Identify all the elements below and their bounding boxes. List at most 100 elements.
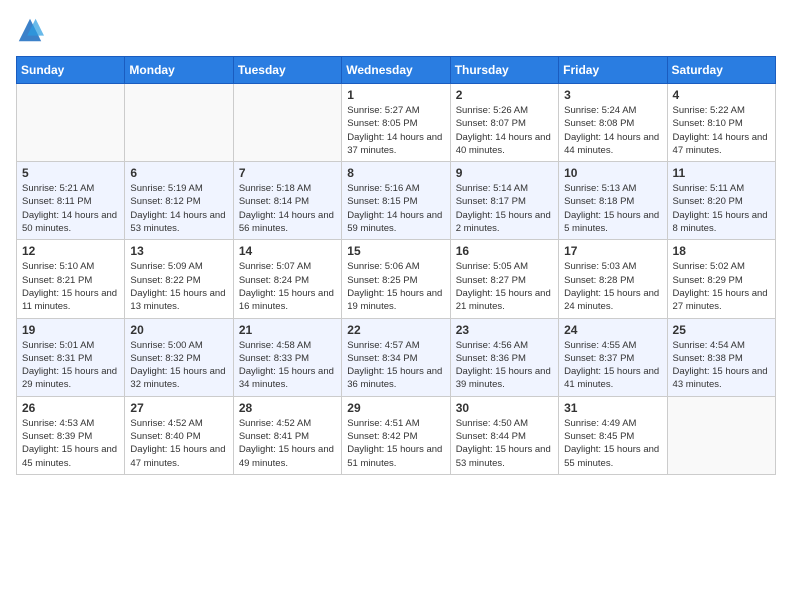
day-info: Sunrise: 4:49 AM Sunset: 8:45 PM Dayligh… bbox=[564, 417, 661, 470]
day-info: Sunrise: 4:51 AM Sunset: 8:42 PM Dayligh… bbox=[347, 417, 444, 470]
day-info: Sunrise: 5:02 AM Sunset: 8:29 PM Dayligh… bbox=[673, 260, 770, 313]
calendar-cell: 2 Sunrise: 5:26 AM Sunset: 8:07 PM Daylig… bbox=[450, 84, 558, 162]
day-info: Sunrise: 4:55 AM Sunset: 8:37 PM Dayligh… bbox=[564, 339, 661, 392]
calendar-cell: 14 Sunrise: 5:07 AM Sunset: 8:24 PM Dayli… bbox=[233, 240, 341, 318]
day-number: 19 bbox=[22, 323, 119, 337]
calendar-week-row: 5 Sunrise: 5:21 AM Sunset: 8:11 PM Daylig… bbox=[17, 162, 776, 240]
day-info: Sunrise: 5:07 AM Sunset: 8:24 PM Dayligh… bbox=[239, 260, 336, 313]
calendar-cell: 24Sunrise: 4:55 AM Sunset: 8:37 PM Dayli… bbox=[559, 318, 667, 396]
day-number: 30 bbox=[456, 401, 553, 415]
day-of-week-header: Wednesday bbox=[342, 57, 450, 84]
calendar-cell: 18 Sunrise: 5:02 AM Sunset: 8:29 PM Dayli… bbox=[667, 240, 775, 318]
day-number: 12 bbox=[22, 244, 119, 258]
day-info: Sunrise: 5:24 AM Sunset: 8:08 PM Dayligh… bbox=[564, 104, 661, 157]
day-info: Sunrise: 5:22 AM Sunset: 8:10 PM Dayligh… bbox=[673, 104, 770, 157]
calendar-cell: 22 Sunrise: 4:57 AM Sunset: 8:34 PM Dayli… bbox=[342, 318, 450, 396]
calendar-cell: 10 Sunrise: 5:13 AM Sunset: 8:18 PM Dayli… bbox=[559, 162, 667, 240]
day-number: 15 bbox=[347, 244, 444, 258]
calendar-cell bbox=[125, 84, 233, 162]
day-number: 27 bbox=[130, 401, 227, 415]
day-info: Sunrise: 5:06 AM Sunset: 8:25 PM Dayligh… bbox=[347, 260, 444, 313]
day-info: Sunrise: 5:19 AM Sunset: 8:12 PM Dayligh… bbox=[130, 182, 227, 235]
day-info: Sunrise: 5:21 AM Sunset: 8:11 PM Dayligh… bbox=[22, 182, 119, 235]
calendar-cell: 9 Sunrise: 5:14 AM Sunset: 8:17 PM Daylig… bbox=[450, 162, 558, 240]
calendar-cell: 16Sunrise: 5:05 AM Sunset: 8:27 PM Dayli… bbox=[450, 240, 558, 318]
calendar-cell: 21 Sunrise: 4:58 AM Sunset: 8:33 PM Dayli… bbox=[233, 318, 341, 396]
day-number: 9 bbox=[456, 166, 553, 180]
day-info: Sunrise: 4:58 AM Sunset: 8:33 PM Dayligh… bbox=[239, 339, 336, 392]
day-info: Sunrise: 4:54 AM Sunset: 8:38 PM Dayligh… bbox=[673, 339, 770, 392]
day-number: 3 bbox=[564, 88, 661, 102]
day-info: Sunrise: 4:57 AM Sunset: 8:34 PM Dayligh… bbox=[347, 339, 444, 392]
calendar-cell: 29 Sunrise: 4:51 AM Sunset: 8:42 PM Dayli… bbox=[342, 396, 450, 474]
logo-icon bbox=[16, 16, 44, 44]
day-info: Sunrise: 5:13 AM Sunset: 8:18 PM Dayligh… bbox=[564, 182, 661, 235]
day-number: 23 bbox=[456, 323, 553, 337]
calendar-cell bbox=[233, 84, 341, 162]
day-info: Sunrise: 4:52 AM Sunset: 8:40 PM Dayligh… bbox=[130, 417, 227, 470]
calendar-cell: 30 Sunrise: 4:50 AM Sunset: 8:44 PM Dayli… bbox=[450, 396, 558, 474]
day-number: 2 bbox=[456, 88, 553, 102]
day-number: 26 bbox=[22, 401, 119, 415]
calendar-cell: 6 Sunrise: 5:19 AM Sunset: 8:12 PM Daylig… bbox=[125, 162, 233, 240]
day-number: 6 bbox=[130, 166, 227, 180]
day-number: 16 bbox=[456, 244, 553, 258]
calendar-cell: 7 Sunrise: 5:18 AM Sunset: 8:14 PM Daylig… bbox=[233, 162, 341, 240]
day-number: 31 bbox=[564, 401, 661, 415]
calendar-header-row: SundayMondayTuesdayWednesdayThursdayFrid… bbox=[17, 57, 776, 84]
day-number: 14 bbox=[239, 244, 336, 258]
day-of-week-header: Monday bbox=[125, 57, 233, 84]
calendar-cell: 17Sunrise: 5:03 AM Sunset: 8:28 PM Dayli… bbox=[559, 240, 667, 318]
calendar-cell: 15 Sunrise: 5:06 AM Sunset: 8:25 PM Dayli… bbox=[342, 240, 450, 318]
day-of-week-header: Tuesday bbox=[233, 57, 341, 84]
day-number: 8 bbox=[347, 166, 444, 180]
calendar-week-row: 26 Sunrise: 4:53 AM Sunset: 8:39 PM Dayli… bbox=[17, 396, 776, 474]
day-info: Sunrise: 5:27 AM Sunset: 8:05 PM Dayligh… bbox=[347, 104, 444, 157]
calendar-cell: 11Sunrise: 5:11 AM Sunset: 8:20 PM Dayli… bbox=[667, 162, 775, 240]
calendar-week-row: 19 Sunrise: 5:01 AM Sunset: 8:31 PM Dayli… bbox=[17, 318, 776, 396]
day-of-week-header: Friday bbox=[559, 57, 667, 84]
calendar-cell: 26 Sunrise: 4:53 AM Sunset: 8:39 PM Dayli… bbox=[17, 396, 125, 474]
day-info: Sunrise: 5:18 AM Sunset: 8:14 PM Dayligh… bbox=[239, 182, 336, 235]
calendar-cell: 25 Sunrise: 4:54 AM Sunset: 8:38 PM Dayli… bbox=[667, 318, 775, 396]
day-number: 18 bbox=[673, 244, 770, 258]
calendar-table: SundayMondayTuesdayWednesdayThursdayFrid… bbox=[16, 56, 776, 475]
day-info: Sunrise: 4:56 AM Sunset: 8:36 PM Dayligh… bbox=[456, 339, 553, 392]
day-number: 28 bbox=[239, 401, 336, 415]
calendar-cell: 8 Sunrise: 5:16 AM Sunset: 8:15 PM Daylig… bbox=[342, 162, 450, 240]
calendar-cell: 20 Sunrise: 5:00 AM Sunset: 8:32 PM Dayli… bbox=[125, 318, 233, 396]
calendar-cell: 1 Sunrise: 5:27 AM Sunset: 8:05 PM Daylig… bbox=[342, 84, 450, 162]
calendar-week-row: 1 Sunrise: 5:27 AM Sunset: 8:05 PM Daylig… bbox=[17, 84, 776, 162]
day-number: 5 bbox=[22, 166, 119, 180]
page-header bbox=[16, 16, 776, 44]
calendar-cell: 4Sunrise: 5:22 AM Sunset: 8:10 PM Daylig… bbox=[667, 84, 775, 162]
day-info: Sunrise: 5:01 AM Sunset: 8:31 PM Dayligh… bbox=[22, 339, 119, 392]
calendar-cell: 27 Sunrise: 4:52 AM Sunset: 8:40 PM Dayli… bbox=[125, 396, 233, 474]
calendar-cell: 23 Sunrise: 4:56 AM Sunset: 8:36 PM Dayli… bbox=[450, 318, 558, 396]
calendar-cell: 28 Sunrise: 4:52 AM Sunset: 8:41 PM Dayli… bbox=[233, 396, 341, 474]
day-info: Sunrise: 5:16 AM Sunset: 8:15 PM Dayligh… bbox=[347, 182, 444, 235]
day-number: 7 bbox=[239, 166, 336, 180]
day-info: Sunrise: 5:09 AM Sunset: 8:22 PM Dayligh… bbox=[130, 260, 227, 313]
day-info: Sunrise: 5:00 AM Sunset: 8:32 PM Dayligh… bbox=[130, 339, 227, 392]
calendar-cell bbox=[17, 84, 125, 162]
day-number: 1 bbox=[347, 88, 444, 102]
calendar-cell: 5 Sunrise: 5:21 AM Sunset: 8:11 PM Daylig… bbox=[17, 162, 125, 240]
day-number: 13 bbox=[130, 244, 227, 258]
day-number: 10 bbox=[564, 166, 661, 180]
day-number: 25 bbox=[673, 323, 770, 337]
day-info: Sunrise: 5:26 AM Sunset: 8:07 PM Dayligh… bbox=[456, 104, 553, 157]
day-of-week-header: Thursday bbox=[450, 57, 558, 84]
day-number: 21 bbox=[239, 323, 336, 337]
day-number: 22 bbox=[347, 323, 444, 337]
day-info: Sunrise: 4:53 AM Sunset: 8:39 PM Dayligh… bbox=[22, 417, 119, 470]
day-of-week-header: Sunday bbox=[17, 57, 125, 84]
calendar-cell: 12Sunrise: 5:10 AM Sunset: 8:21 PM Dayli… bbox=[17, 240, 125, 318]
day-info: Sunrise: 4:50 AM Sunset: 8:44 PM Dayligh… bbox=[456, 417, 553, 470]
day-info: Sunrise: 5:14 AM Sunset: 8:17 PM Dayligh… bbox=[456, 182, 553, 235]
day-of-week-header: Saturday bbox=[667, 57, 775, 84]
day-number: 29 bbox=[347, 401, 444, 415]
day-info: Sunrise: 4:52 AM Sunset: 8:41 PM Dayligh… bbox=[239, 417, 336, 470]
day-number: 20 bbox=[130, 323, 227, 337]
logo bbox=[16, 16, 48, 44]
